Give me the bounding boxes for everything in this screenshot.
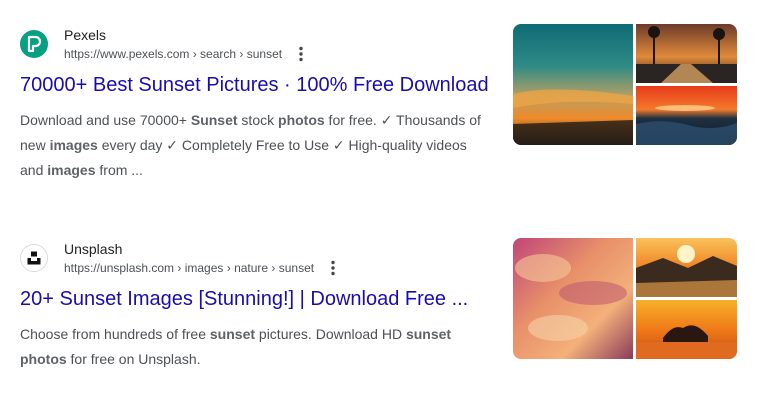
snippet-highlight: images (49, 137, 98, 153)
search-result-pexels: Pexels https://www.pexels.com › search ›… (20, 24, 491, 183)
snippet-text: for free on Unsplash. (66, 351, 201, 367)
result-title-link[interactable]: 20+ Sunset Images [Stunning!] | Download… (20, 286, 491, 312)
snippet-text: pictures. Download HD (255, 326, 406, 342)
thumbnail-teal-orange-sunset[interactable] (513, 24, 633, 145)
unsplash-logo-icon (20, 244, 48, 272)
thumbnail-lake-sunset-trees[interactable] (636, 300, 737, 359)
snippet-text: Download and use 70000+ (20, 112, 191, 128)
thumbnail-ocean-sunset-waves[interactable] (636, 86, 737, 145)
result-snippet: Choose from hundreds of free sunset pict… (20, 322, 491, 372)
more-options-icon[interactable] (292, 45, 310, 63)
snippet-highlight: Sunset (190, 112, 238, 128)
result-snippet: Download and use 70000+ Sunset stock pho… (20, 108, 491, 183)
result-site-header[interactable]: Pexels https://www.pexels.com › search ›… (20, 24, 491, 64)
snippet-highlight: images (47, 162, 96, 178)
snippet-text: Choose from hundreds of free (20, 326, 210, 342)
result-title-link[interactable]: 70000+ Best Sunset Pictures · 100% Free … (20, 72, 491, 98)
result-thumbnails[interactable] (513, 238, 737, 359)
pexels-logo-icon (20, 30, 48, 58)
result-site-header[interactable]: Unsplash https://unsplash.com › images ›… (20, 238, 491, 278)
site-name: Pexels (64, 27, 107, 43)
search-result-unsplash: Unsplash https://unsplash.com › images ›… (20, 238, 491, 372)
site-url: https://unsplash.com › images › nature ›… (64, 261, 315, 275)
site-url: https://www.pexels.com › search › sunset (64, 47, 283, 61)
snippet-highlight: photos (278, 112, 325, 128)
thumbnail-mountain-sunset-field[interactable] (636, 238, 737, 297)
snippet-text: from ... (95, 162, 143, 178)
thumbnail-palm-sunset-road[interactable] (636, 24, 737, 83)
site-name: Unsplash (64, 241, 123, 257)
thumbnail-pink-cloud-sunset[interactable] (513, 238, 633, 359)
result-thumbnails[interactable] (513, 24, 737, 145)
more-options-icon[interactable] (324, 259, 342, 277)
snippet-text: stock (237, 112, 279, 128)
snippet-highlight: sunset (209, 326, 256, 342)
